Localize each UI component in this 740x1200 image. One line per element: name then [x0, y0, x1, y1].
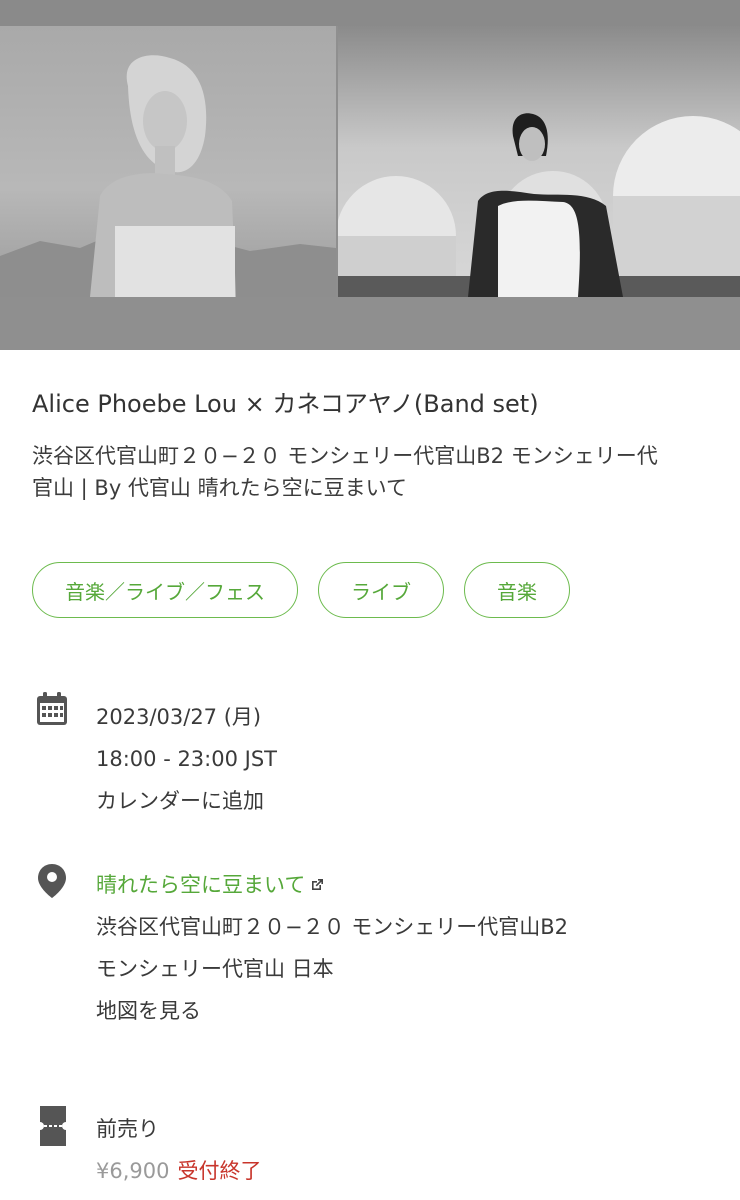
event-venue: 晴れたら空に豆まいて 渋谷区代官山町２０−２０ モンシェリー代官山B2 モンシェ… — [96, 864, 726, 1032]
venue-name-link[interactable]: 晴れたら空に豆まいて — [96, 873, 305, 897]
event-hero-image — [0, 0, 740, 350]
event-time: 18:00 - 23:00 JST — [96, 747, 277, 771]
tag-live[interactable]: ライブ — [318, 562, 444, 618]
map-pin-icon — [38, 864, 66, 902]
ticket-price: ¥6,900 — [96, 1159, 170, 1183]
venue-address-line1: 渋谷区代官山町２０−２０ モンシェリー代官山B2 — [96, 915, 569, 939]
view-map-link[interactable]: 地図を見る — [96, 990, 726, 1032]
tag-music[interactable]: 音楽 — [464, 562, 570, 618]
venue-address-line2: モンシェリー代官山 日本 — [96, 957, 334, 981]
category-tags: 音楽／ライブ／フェス ライブ 音楽 — [32, 562, 570, 618]
ticket-info: 前売り ¥6,900 受付終了 — [96, 1108, 261, 1192]
add-to-calendar-link[interactable]: カレンダーに追加 — [96, 780, 277, 822]
calendar-icon — [36, 692, 68, 730]
ticket-status-badge: 受付終了 — [177, 1159, 262, 1183]
hero-top-band — [0, 0, 740, 26]
ticket-name: 前売り — [96, 1117, 159, 1141]
event-date: 2023/03/27 (月) — [96, 705, 262, 729]
hero-photo-left — [0, 26, 336, 297]
event-datetime: 2023/03/27 (月) 18:00 - 23:00 JST カレンダーに追… — [96, 696, 277, 822]
event-address: 渋谷区代官山町２０−２０ モンシェリー代官山B2 モンシェリー代官山 | By … — [32, 444, 658, 500]
hero-photo-right — [338, 26, 740, 297]
tag-music-live-fes[interactable]: 音楽／ライブ／フェス — [32, 562, 298, 618]
ticket-icon — [36, 1106, 70, 1150]
external-link-icon[interactable] — [309, 865, 325, 907]
event-title: Alice Phoebe Lou × カネコアヤノ(Band set) — [32, 390, 539, 418]
